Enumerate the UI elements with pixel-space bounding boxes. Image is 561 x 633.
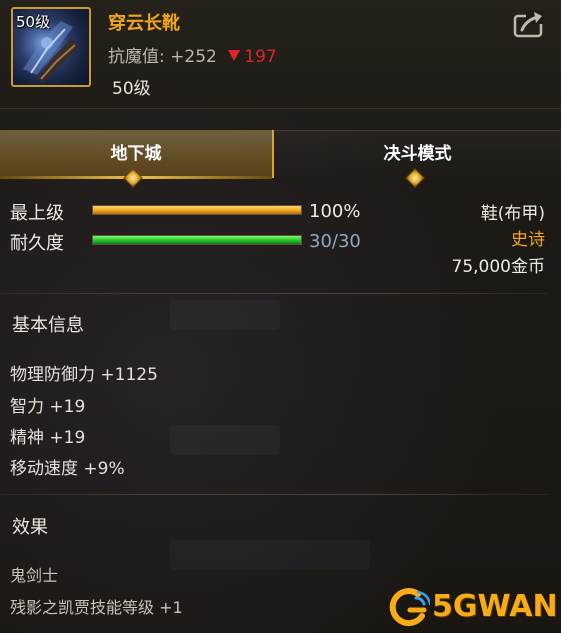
required-level: 50级 xyxy=(112,79,151,99)
effects-title: 效果 xyxy=(12,517,48,538)
effect-skill-bonus: 残影之凯贾技能等级 +1 xyxy=(10,598,183,617)
site-watermark: 5GWAN xyxy=(388,586,558,630)
magic-resist-value: +252 xyxy=(170,47,217,67)
section-divider xyxy=(0,293,548,294)
durability-bar-fill xyxy=(93,236,301,244)
background-ghost xyxy=(170,425,280,455)
item-grade: 史诗 xyxy=(511,230,545,250)
magic-resist-label: 抗魔值: xyxy=(108,47,165,67)
attr-physical-defense: 物理防御力 +1125 xyxy=(10,365,158,385)
effect-class: 鬼剑士 xyxy=(10,566,59,585)
magic-resist-decrease: 197 xyxy=(244,47,277,67)
attr-move-speed: 移动速度 +9% xyxy=(10,459,125,479)
durability-value: 30/30 xyxy=(309,231,361,252)
item-tooltip-panel: 50级 穿云长靴 抗魔值: +252 197 50级 地下城 决斗模式 最上级 xyxy=(0,0,561,633)
top-level-bar xyxy=(92,205,302,215)
icon-level-badge: 50级 xyxy=(16,13,51,31)
red-down-triangle-icon xyxy=(228,50,241,61)
boots-item-icon[interactable]: 50级 xyxy=(11,7,91,87)
background-ghost xyxy=(170,300,280,330)
durability-label: 耐久度 xyxy=(10,233,64,254)
5gwan-logo-icon xyxy=(389,588,430,627)
basic-info-title: 基本信息 xyxy=(12,315,84,336)
top-level-bar-fill xyxy=(93,206,301,214)
mode-tabs: 地下城 决斗模式 xyxy=(0,130,561,188)
top-level-label: 最上级 xyxy=(10,203,64,224)
attr-spirit: 精神 +19 xyxy=(10,428,86,448)
item-price: 75,000金币 xyxy=(451,257,545,277)
item-header: 50级 穿云长靴 抗魔值: +252 197 50级 xyxy=(0,0,561,109)
top-level-value: 100% xyxy=(309,201,361,222)
durability-bar xyxy=(92,235,302,245)
background-ghost xyxy=(170,540,370,570)
item-name: 穿云长靴 xyxy=(108,13,180,34)
item-type: 鞋(布甲) xyxy=(480,204,545,224)
watermark-text: 5GWAN xyxy=(432,589,558,624)
magic-resist-row: 抗魔值: +252 197 xyxy=(108,42,277,67)
attr-intelligence: 智力 +19 xyxy=(10,397,86,417)
share-export-icon[interactable] xyxy=(512,8,546,38)
section-divider xyxy=(0,494,548,495)
